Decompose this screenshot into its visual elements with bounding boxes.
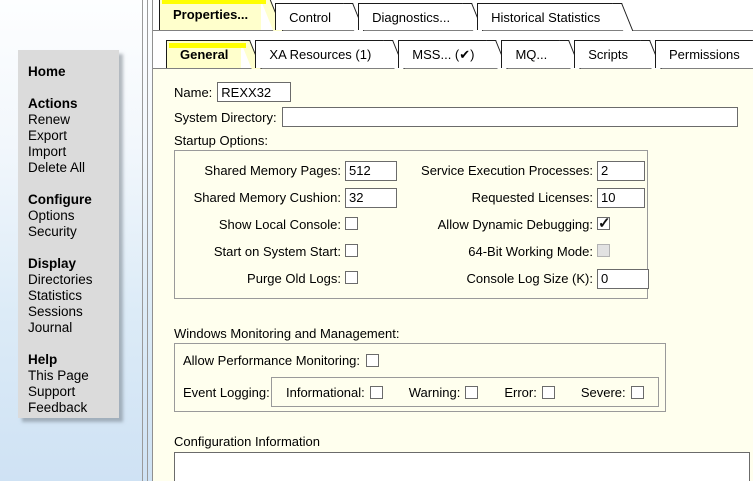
tab-control-label: Control bbox=[289, 10, 331, 25]
requested-licenses-label: Requested Licenses: bbox=[405, 190, 593, 205]
tab-mq-label: MQ... bbox=[515, 47, 547, 62]
tab-mss[interactable]: MSS... (✔) bbox=[398, 40, 487, 68]
main-panel: Properties... Control Diagnostics... His… bbox=[152, 0, 753, 481]
sidebar-heading-configure: Configure bbox=[28, 192, 115, 208]
sidebar-heading-help: Help bbox=[28, 352, 115, 368]
sidebar-item-export[interactable]: Export bbox=[28, 128, 115, 144]
warning-checkbox[interactable] bbox=[465, 386, 478, 399]
sidebar-group-actions: Actions Renew Export Import Delete All bbox=[28, 96, 115, 176]
event-logging-groupbox: Informational: Warning: Error: Seve bbox=[271, 377, 659, 407]
allow-performance-monitoring-checkbox[interactable] bbox=[366, 354, 379, 367]
shared-memory-cushion-label: Shared Memory Cushion: bbox=[175, 190, 341, 205]
tab-mss-label: MSS... (✔) bbox=[412, 47, 474, 63]
start-on-system-start-checkbox[interactable] bbox=[345, 244, 358, 257]
shared-memory-cushion-input[interactable] bbox=[345, 188, 397, 208]
informational-checkbox[interactable] bbox=[370, 386, 383, 399]
tab-permissions-label: Permissions bbox=[669, 47, 740, 62]
tab-mq[interactable]: MQ... bbox=[501, 40, 560, 68]
sidebar-heading-display: Display bbox=[28, 256, 115, 272]
severe-label: Severe: bbox=[581, 385, 626, 400]
tab-scripts-label: Scripts bbox=[588, 47, 628, 62]
sidebar-item-renew[interactable]: Renew bbox=[28, 112, 115, 128]
allow-dynamic-debugging-label: Allow Dynamic Debugging: bbox=[405, 217, 593, 232]
shared-memory-pages-input[interactable] bbox=[345, 161, 397, 181]
purge-old-logs-checkbox[interactable] bbox=[345, 271, 358, 284]
purge-old-logs-label: Purge Old Logs: bbox=[175, 271, 341, 286]
64-bit-working-mode-checkbox bbox=[597, 244, 610, 257]
admin-console-screen: Home Actions Renew Export Import Delete … bbox=[0, 0, 753, 481]
error-checkbox[interactable] bbox=[542, 386, 555, 399]
configuration-information-textarea[interactable]: ES-Environment] MFTRACE_CONFIG=C:\Users\… bbox=[174, 452, 750, 481]
console-log-size-label: Console Log Size (K): bbox=[405, 271, 593, 286]
name-label: Name: bbox=[174, 85, 212, 100]
sidebar: Home Actions Renew Export Import Delete … bbox=[18, 50, 119, 418]
sidebar-item-delete-all[interactable]: Delete All bbox=[28, 160, 115, 176]
severe-checkbox[interactable] bbox=[631, 386, 644, 399]
sidebar-heading-actions: Actions bbox=[28, 96, 115, 112]
allow-dynamic-debugging-checkbox[interactable] bbox=[597, 217, 610, 230]
error-label: Error: bbox=[504, 385, 537, 400]
sidebar-item-import[interactable]: Import bbox=[28, 144, 115, 160]
sidebar-group-configure: Configure Options Security bbox=[28, 192, 115, 240]
secondary-tab-bar: General XA Resources (1) MSS... (✔) MQ..… bbox=[153, 31, 753, 69]
sidebar-item-feedback[interactable]: Feedback bbox=[28, 400, 115, 416]
sidebar-item-support[interactable]: Support bbox=[28, 384, 115, 400]
informational-label: Informational: bbox=[286, 385, 365, 400]
service-execution-processes-label: Service Execution Processes: bbox=[405, 163, 593, 178]
warning-label: Warning: bbox=[409, 385, 461, 400]
sidebar-item-home[interactable]: Home bbox=[28, 64, 115, 80]
requested-licenses-input[interactable] bbox=[597, 188, 645, 208]
sidebar-group-display: Display Directories Statistics Sessions … bbox=[28, 256, 115, 336]
sidebar-item-sessions[interactable]: Sessions bbox=[28, 304, 115, 320]
configuration-information-label: Configuration Information bbox=[174, 434, 753, 449]
sidebar-item-options[interactable]: Options bbox=[28, 208, 115, 224]
tab-historical-statistics[interactable]: Historical Statistics bbox=[477, 3, 613, 30]
name-input[interactable] bbox=[217, 82, 291, 102]
primary-tab-bar: Properties... Control Diagnostics... His… bbox=[153, 0, 753, 31]
shared-memory-pages-label: Shared Memory Pages: bbox=[175, 163, 341, 178]
system-directory-label: System Directory: bbox=[174, 110, 277, 125]
gutter-rule-left bbox=[142, 0, 143, 481]
gutter-rule-right bbox=[147, 0, 148, 481]
startup-options-groupbox: Shared Memory Pages: Service Execution P… bbox=[174, 150, 648, 299]
sidebar-group-help: Help This Page Support Feedback bbox=[28, 352, 115, 416]
sidebar-item-statistics[interactable]: Statistics bbox=[28, 288, 115, 304]
tab-general[interactable]: General bbox=[166, 40, 241, 68]
tab-xa-resources[interactable]: XA Resources (1) bbox=[255, 40, 384, 68]
windows-monitoring-section-label: Windows Monitoring and Management: bbox=[174, 326, 753, 341]
console-log-size-input[interactable] bbox=[597, 269, 649, 289]
tab-permissions[interactable]: Permissions bbox=[655, 40, 753, 68]
system-directory-input[interactable] bbox=[282, 107, 738, 127]
general-tab-content: Name: System Directory: Startup Options:… bbox=[153, 69, 753, 481]
tab-historical-statistics-label: Historical Statistics bbox=[491, 10, 600, 25]
tab-control[interactable]: Control bbox=[275, 3, 344, 30]
tab-scripts[interactable]: Scripts bbox=[574, 40, 641, 68]
tab-diagnostics[interactable]: Diagnostics... bbox=[358, 3, 463, 30]
startup-options-label: Startup Options: bbox=[174, 133, 753, 148]
sidebar-item-directories[interactable]: Directories bbox=[28, 272, 115, 288]
allow-performance-monitoring-label: Allow Performance Monitoring: bbox=[183, 353, 360, 368]
sidebar-item-security[interactable]: Security bbox=[28, 224, 115, 240]
event-logging-label: Event Logging: bbox=[183, 385, 271, 400]
show-local-console-checkbox[interactable] bbox=[345, 217, 358, 230]
64-bit-working-mode-label: 64-Bit Working Mode: bbox=[405, 244, 593, 259]
sidebar-item-journal[interactable]: Journal bbox=[28, 320, 115, 336]
service-execution-processes-input[interactable] bbox=[597, 161, 645, 181]
tab-general-label: General bbox=[180, 47, 228, 62]
tab-properties[interactable]: Properties... bbox=[159, 0, 261, 30]
sidebar-item-this-page[interactable]: This Page bbox=[28, 368, 115, 384]
tab-xa-resources-label: XA Resources (1) bbox=[269, 47, 371, 62]
start-on-system-start-label: Start on System Start: bbox=[175, 244, 341, 259]
show-local-console-label: Show Local Console: bbox=[175, 217, 341, 232]
tab-properties-label: Properties... bbox=[173, 7, 248, 22]
tab-diagnostics-label: Diagnostics... bbox=[372, 10, 450, 25]
windows-monitoring-groupbox: Allow Performance Monitoring: Event Logg… bbox=[174, 343, 666, 412]
